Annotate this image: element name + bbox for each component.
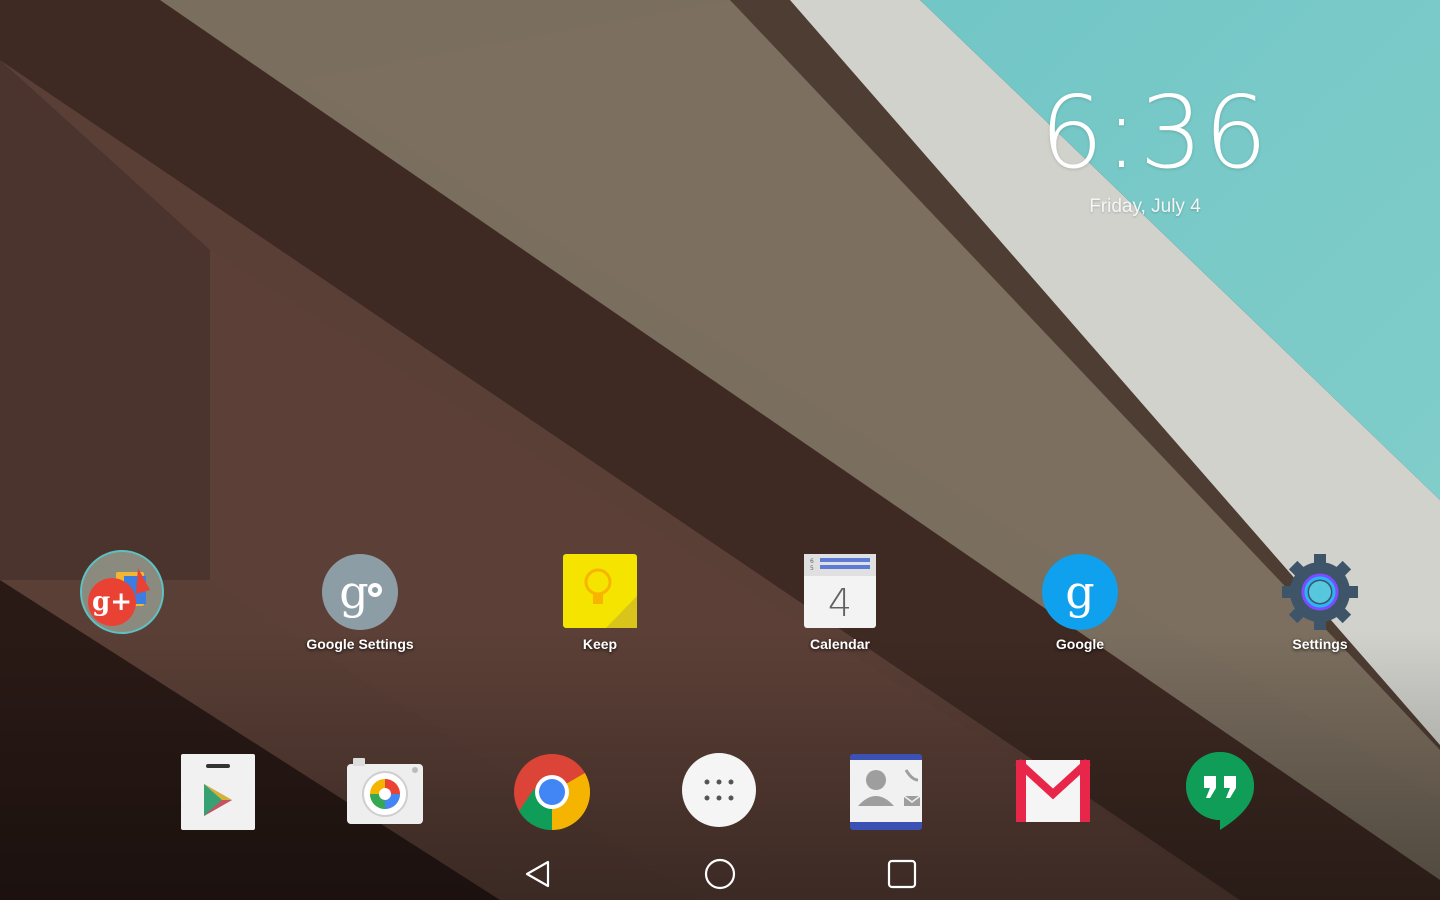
keep-icon — [563, 554, 637, 628]
google-plus-folder-icon: g+ — [80, 550, 164, 634]
clock-widget[interactable]: 6:36 Friday, July 4 — [1040, 74, 1269, 218]
recents-icon — [887, 859, 917, 889]
camera-icon[interactable] — [345, 754, 425, 834]
calendar-icon: 6 5 4 — [804, 554, 876, 628]
svg-text:g: g — [339, 565, 368, 619]
settings-gear-icon — [1282, 554, 1358, 630]
google-label: Google — [1055, 636, 1105, 652]
contacts-icon[interactable] — [846, 752, 926, 832]
home-icon — [704, 858, 736, 890]
gmail-icon[interactable] — [1013, 752, 1093, 832]
hangouts-icon[interactable] — [1180, 748, 1260, 830]
calendar-day: 4 — [828, 581, 852, 625]
calendar-app[interactable]: 6 5 4 Calendar — [760, 552, 920, 652]
recents-button[interactable] — [882, 854, 922, 894]
google-search-icon: g — [1042, 554, 1118, 630]
google-settings-app[interactable]: g Google Settings — [280, 552, 440, 652]
back-icon — [525, 860, 550, 888]
clock-time: 6:36 — [1040, 74, 1269, 191]
play-store-icon[interactable] — [178, 752, 258, 832]
svg-text:6: 6 — [810, 558, 814, 565]
clock-date: Friday, July 4 — [1089, 196, 1201, 217]
svg-text:g: g — [1065, 565, 1094, 619]
back-button[interactable] — [518, 854, 558, 894]
google-settings-icon: g — [322, 554, 398, 630]
app-drawer-icon[interactable] — [679, 752, 759, 832]
svg-text:5: 5 — [810, 565, 814, 572]
navigation-bar — [0, 846, 1440, 900]
home-button[interactable] — [700, 854, 740, 894]
google-settings-label: Google Settings — [306, 636, 414, 652]
chrome-icon[interactable] — [512, 752, 592, 832]
svg-text:g+: g+ — [92, 587, 132, 617]
keep-label: Keep — [582, 636, 618, 652]
google-plus-folder[interactable]: g+ — [40, 550, 200, 634]
keep-app[interactable]: Keep — [520, 552, 680, 652]
google-app[interactable]: g Google — [1000, 552, 1160, 652]
settings-app[interactable]: Settings — [1240, 552, 1400, 652]
settings-label: Settings — [1292, 636, 1348, 652]
calendar-label: Calendar — [810, 636, 870, 652]
